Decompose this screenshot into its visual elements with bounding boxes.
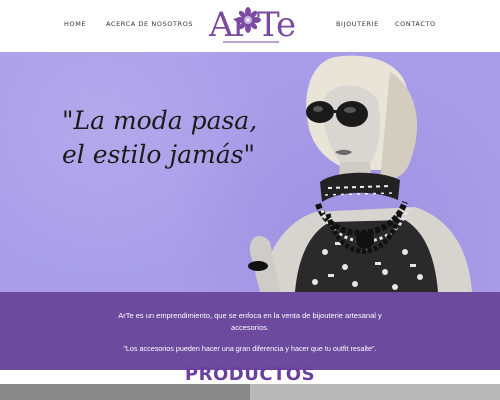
nav-home-link[interactable]: HOME — [64, 20, 86, 28]
products-heading: PRODUCTOS — [184, 364, 316, 385]
hero-banner: "La moda pasa, el estilo jamás" — [0, 52, 500, 292]
model-portrait-image — [248, 55, 472, 292]
about-band: ArTe es un emprendimiento, que se enfoca… — [0, 292, 500, 370]
arte-logo[interactable]: Ar Te — [207, 3, 296, 47]
nav-about-link[interactable]: ACERCA DE NOSOTROS — [106, 20, 193, 28]
nav-bijouterie-link[interactable]: BIJOUTERIE — [336, 20, 379, 28]
top-navigation: HOME ACERCA DE NOSOTROS Ar Te BIJOUTERIE… — [0, 0, 500, 52]
logo-text-te: Te — [257, 5, 296, 45]
product-tile-left[interactable] — [0, 384, 250, 400]
products-section: PRODUCTOS — [0, 364, 500, 400]
about-motto-text: "Los accesorios pueden hacer una gran di… — [123, 344, 377, 353]
about-intro-text: ArTe es un emprendimiento, que se enfoca… — [118, 311, 382, 332]
nav-contact-link[interactable]: CONTACTO — [395, 20, 436, 28]
logo-underline — [223, 41, 279, 43]
product-tile-right[interactable] — [250, 384, 500, 400]
